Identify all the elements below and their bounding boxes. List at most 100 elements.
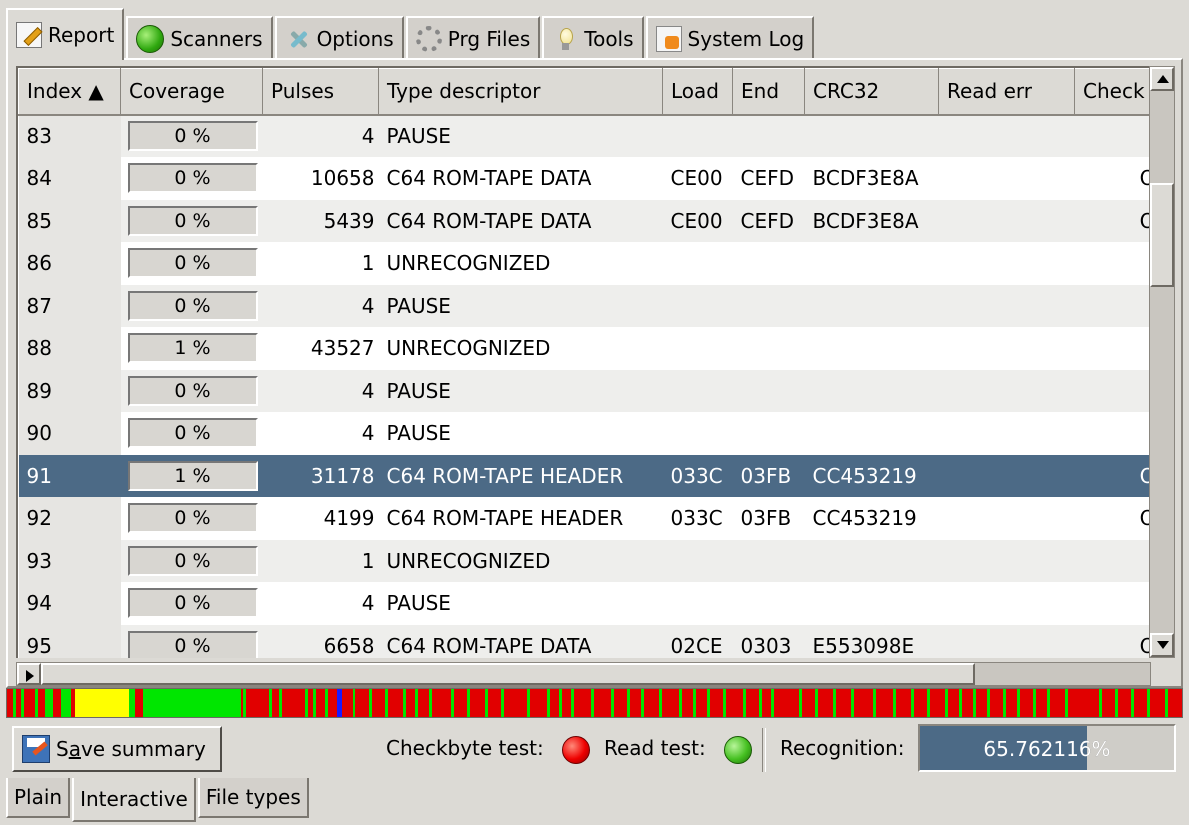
table-row[interactable]: 94 0 % 4 PAUSE (18, 582, 1151, 625)
coverage-bar: 0 % (127, 248, 258, 279)
coverage-segment-data (911, 689, 914, 717)
cell-check: OK (1074, 454, 1151, 497)
cell-check (1074, 412, 1151, 455)
cell-load: CE00 (662, 199, 733, 242)
tab-options[interactable]: Options (274, 16, 404, 60)
cell-coverage: 0 % (120, 497, 263, 540)
coverage-bar: 0 % (127, 290, 258, 321)
cell-load: CE00 (662, 157, 733, 200)
cell-load (662, 242, 733, 285)
coverage-bar: 0 % (127, 545, 258, 576)
horizontal-scroll-thumb[interactable] (41, 663, 975, 685)
coverage-segment-data (369, 689, 372, 717)
cell-type: C64 ROM-TAPE DATA (378, 199, 663, 242)
report-panel: Index ▲ Coverage Pulses Type descriptor … (6, 58, 1183, 688)
cell-end (732, 114, 805, 157)
cell-end (732, 284, 805, 327)
coverage-segment-data (759, 689, 762, 717)
cell-check: OK (1074, 157, 1151, 200)
table-row[interactable]: 92 0 % 4199 C64 ROM-TAPE HEADER 033C 03FB CC45… (18, 497, 1151, 540)
cell-coverage: 0 % (120, 242, 263, 285)
tab-file-types[interactable]: File types (197, 778, 309, 818)
column-header-coverage[interactable]: Coverage (120, 68, 263, 116)
tab-system-log[interactable]: System Log (645, 16, 815, 60)
scroll-up-button[interactable] (1150, 67, 1174, 91)
table-row[interactable]: 87 0 % 4 PAUSE (18, 284, 1151, 327)
table-row[interactable]: 90 0 % 4 PAUSE (18, 412, 1151, 455)
scroll-right-button[interactable] (17, 663, 41, 685)
coverage-segment-data (611, 689, 614, 717)
coverage-segment-data (1099, 689, 1102, 717)
vertical-scrollbar[interactable] (1149, 66, 1175, 658)
table-header: Index ▲ Coverage Pulses Type descriptor … (18, 68, 1151, 116)
table-row[interactable]: 85 0 % 5439 C64 ROM-TAPE DATA CE00 CEFD BCDF3E… (18, 199, 1151, 242)
coverage-segment-data (415, 689, 418, 717)
cell-coverage: 0 % (120, 539, 263, 582)
table-row[interactable]: 93 0 % 1 UNRECOGNIZED (18, 539, 1151, 582)
cell-type: C64 ROM-TAPE HEADER (378, 497, 663, 540)
cell-type: PAUSE (378, 582, 663, 625)
status-bar: Save summary Checkbyte test: Read test: … (6, 720, 1183, 776)
column-header-check[interactable]: Check (1074, 68, 1151, 116)
column-header-crc32[interactable]: CRC32 (804, 68, 939, 116)
cell-crc32 (804, 539, 939, 582)
table-row[interactable]: 89 0 % 4 PAUSE (18, 369, 1151, 412)
coverage-segment-data (693, 689, 696, 717)
table-row[interactable]: 84 0 % 10658 C64 ROM-TAPE DATA CE00 CEFD BCDF3… (18, 157, 1151, 200)
cell-crc32 (804, 284, 939, 327)
cell-check (1074, 582, 1151, 625)
system-log-icon (655, 26, 682, 52)
tab-label: Plain (14, 785, 63, 809)
cell-index: 91 (18, 454, 121, 497)
coverage-bar: 0 % (127, 163, 258, 194)
table-row[interactable]: 83 0 % 4 PAUSE (18, 114, 1151, 157)
cell-crc32 (804, 327, 939, 370)
recognition-progress: 65.762116% 65.762116% (918, 724, 1176, 772)
column-header-load[interactable]: Load (662, 68, 733, 116)
coverage-segment-data (1003, 689, 1006, 717)
table-row[interactable]: 86 0 % 1 UNRECOGNIZED (18, 242, 1151, 285)
horizontal-scrollbar[interactable] (16, 662, 1151, 686)
column-header-type[interactable]: Type descriptor (378, 68, 663, 116)
cell-read-err (938, 624, 1075, 658)
table-row[interactable]: 95 0 % 6658 C64 ROM-TAPE DATA 02CE 0303 E55309… (18, 624, 1151, 658)
cell-load (662, 327, 733, 370)
cell-check: OK (1074, 199, 1151, 242)
column-header-end[interactable]: End (732, 68, 805, 116)
cell-crc32 (804, 114, 939, 157)
cell-read-err (938, 497, 1075, 540)
top-tab-bar: Report Scanners Options Prg Files Tools … (6, 8, 816, 60)
vertical-scroll-thumb[interactable] (1150, 183, 1174, 287)
cell-type: PAUSE (378, 284, 663, 327)
coverage-segment-data (143, 689, 241, 717)
coverage-segment-data (571, 689, 574, 717)
cell-read-err (938, 284, 1075, 327)
coverage-segment-data (893, 689, 896, 717)
tape-coverage-map[interactable] (6, 688, 1183, 718)
coverage-bar: 1 % (127, 460, 258, 491)
tools-icon (552, 26, 578, 52)
cell-end: 0303 (732, 624, 805, 658)
save-summary-button[interactable]: Save summary (12, 726, 222, 772)
coverage-segment-data (235, 689, 238, 717)
cell-index: 93 (18, 539, 121, 582)
cell-end (732, 242, 805, 285)
scroll-down-button[interactable] (1150, 633, 1174, 657)
column-header-index[interactable]: Index ▲ (18, 68, 121, 116)
cell-type: PAUSE (378, 114, 663, 157)
tab-report[interactable]: Report (6, 8, 125, 60)
tab-tools[interactable]: Tools (542, 16, 644, 60)
column-header-pulses[interactable]: Pulses (262, 68, 379, 116)
tab-plain[interactable]: Plain (6, 778, 71, 818)
column-header-read-err[interactable]: Read err (938, 68, 1075, 116)
cell-end: CEFD (732, 199, 805, 242)
coverage-segment-data (851, 689, 854, 717)
tab-interactive[interactable]: Interactive (72, 778, 196, 822)
cell-check (1074, 242, 1151, 285)
cell-index: 95 (18, 624, 121, 658)
coverage-bar: 0 % (127, 121, 258, 152)
table-row[interactable]: 91 1 % 31178 C64 ROM-TAPE HEADER 033C 03FB CC4… (18, 454, 1151, 497)
tab-prg-files[interactable]: Prg Files (405, 16, 541, 60)
tab-scanners[interactable]: Scanners (126, 16, 273, 60)
table-row[interactable]: 88 1 % 43527 UNRECOGNIZED (18, 327, 1151, 370)
